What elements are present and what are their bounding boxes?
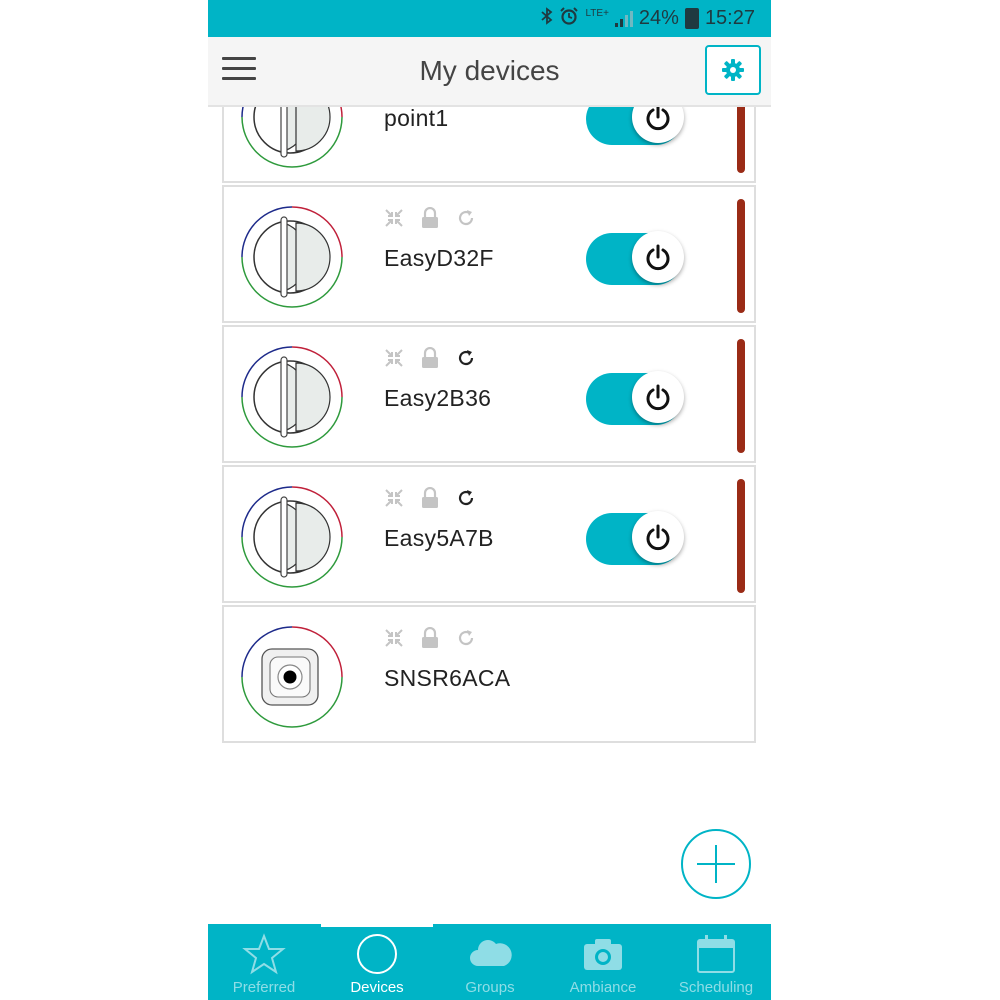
battery-level: 24%	[638, 7, 679, 29]
calendar-icon	[697, 935, 735, 973]
device-status-icons	[384, 627, 476, 649]
device-status-icons	[384, 207, 476, 229]
circle-icon	[357, 934, 397, 974]
lock-icon	[422, 207, 438, 228]
presence-detector-icon	[241, 346, 343, 448]
state-indicator-bar	[737, 479, 745, 593]
nav-label: Scheduling	[678, 979, 754, 996]
cloud-icon	[470, 940, 512, 966]
app-screen: LTE+ 24% 15:27 My devices point1 EasyD32…	[208, 0, 771, 1000]
plus-icon	[697, 845, 735, 883]
nav-item-groups[interactable]: Groups	[434, 924, 546, 1000]
nav-label: Ambiance	[569, 979, 637, 996]
add-device-button[interactable]	[681, 829, 751, 899]
bluetooth-icon	[541, 6, 553, 31]
device-card[interactable]: Easy5A7B	[222, 465, 756, 603]
app-header: My devices	[208, 37, 771, 107]
status-bar: LTE+ 24% 15:27	[208, 0, 771, 37]
network-type: LTE+	[585, 7, 609, 19]
power-icon	[646, 524, 670, 551]
nav-label: Preferred	[232, 979, 296, 996]
compress-icon	[385, 489, 403, 507]
power-icon	[646, 104, 670, 131]
battery-icon	[684, 8, 699, 29]
device-card[interactable]: EasyD32F	[222, 185, 756, 323]
presence-detector-icon	[241, 486, 343, 588]
device-name: EasyD32F	[384, 245, 494, 271]
nav-label: Devices	[350, 979, 404, 996]
refresh-icon	[458, 630, 474, 646]
device-name: Easy5A7B	[384, 525, 494, 551]
power-toggle[interactable]	[586, 231, 684, 285]
nav-item-scheduling[interactable]: Scheduling	[660, 924, 771, 1000]
device-status-icons	[384, 487, 476, 509]
clock: 15:27	[704, 7, 755, 29]
device-status-icons	[384, 347, 476, 369]
power-icon	[646, 384, 670, 411]
power-toggle[interactable]	[586, 511, 684, 565]
lock-icon	[422, 487, 438, 508]
refresh-icon	[458, 210, 474, 226]
sensor-device-icon	[241, 626, 343, 728]
device-name: SNSR6ACA	[384, 665, 511, 691]
lock-icon	[422, 627, 438, 648]
nav-item-preferred[interactable]: Preferred	[208, 924, 320, 1000]
signal-icon	[614, 10, 633, 27]
settings-button[interactable]	[705, 45, 761, 95]
device-card[interactable]: SNSR6ACA	[222, 605, 756, 743]
gear-icon	[722, 59, 744, 81]
nav-item-devices[interactable]: Devices	[321, 924, 433, 1000]
device-name: Easy2B36	[384, 385, 492, 411]
lock-icon	[422, 347, 438, 368]
alarm-icon	[559, 6, 579, 31]
power-toggle[interactable]	[586, 371, 684, 425]
device-name: point1	[384, 105, 449, 131]
refresh-icon	[458, 350, 474, 366]
compress-icon	[385, 209, 403, 227]
state-indicator-bar	[737, 199, 745, 313]
camera-icon	[584, 939, 622, 970]
power-icon	[646, 244, 670, 271]
star-icon	[242, 933, 286, 975]
compress-icon	[385, 349, 403, 367]
compress-icon	[385, 629, 403, 647]
active-tab-indicator	[321, 924, 433, 927]
nav-label: Groups	[465, 979, 515, 996]
nav-item-ambiance[interactable]: Ambiance	[547, 924, 659, 1000]
page-title: My devices	[419, 55, 560, 86]
bottom-navigation: Preferred Devices Groups Ambiance Schedu…	[208, 924, 771, 1000]
device-card[interactable]: Easy2B36	[222, 325, 756, 463]
state-indicator-bar	[737, 339, 745, 453]
presence-detector-icon	[241, 206, 343, 308]
refresh-icon	[458, 490, 474, 506]
